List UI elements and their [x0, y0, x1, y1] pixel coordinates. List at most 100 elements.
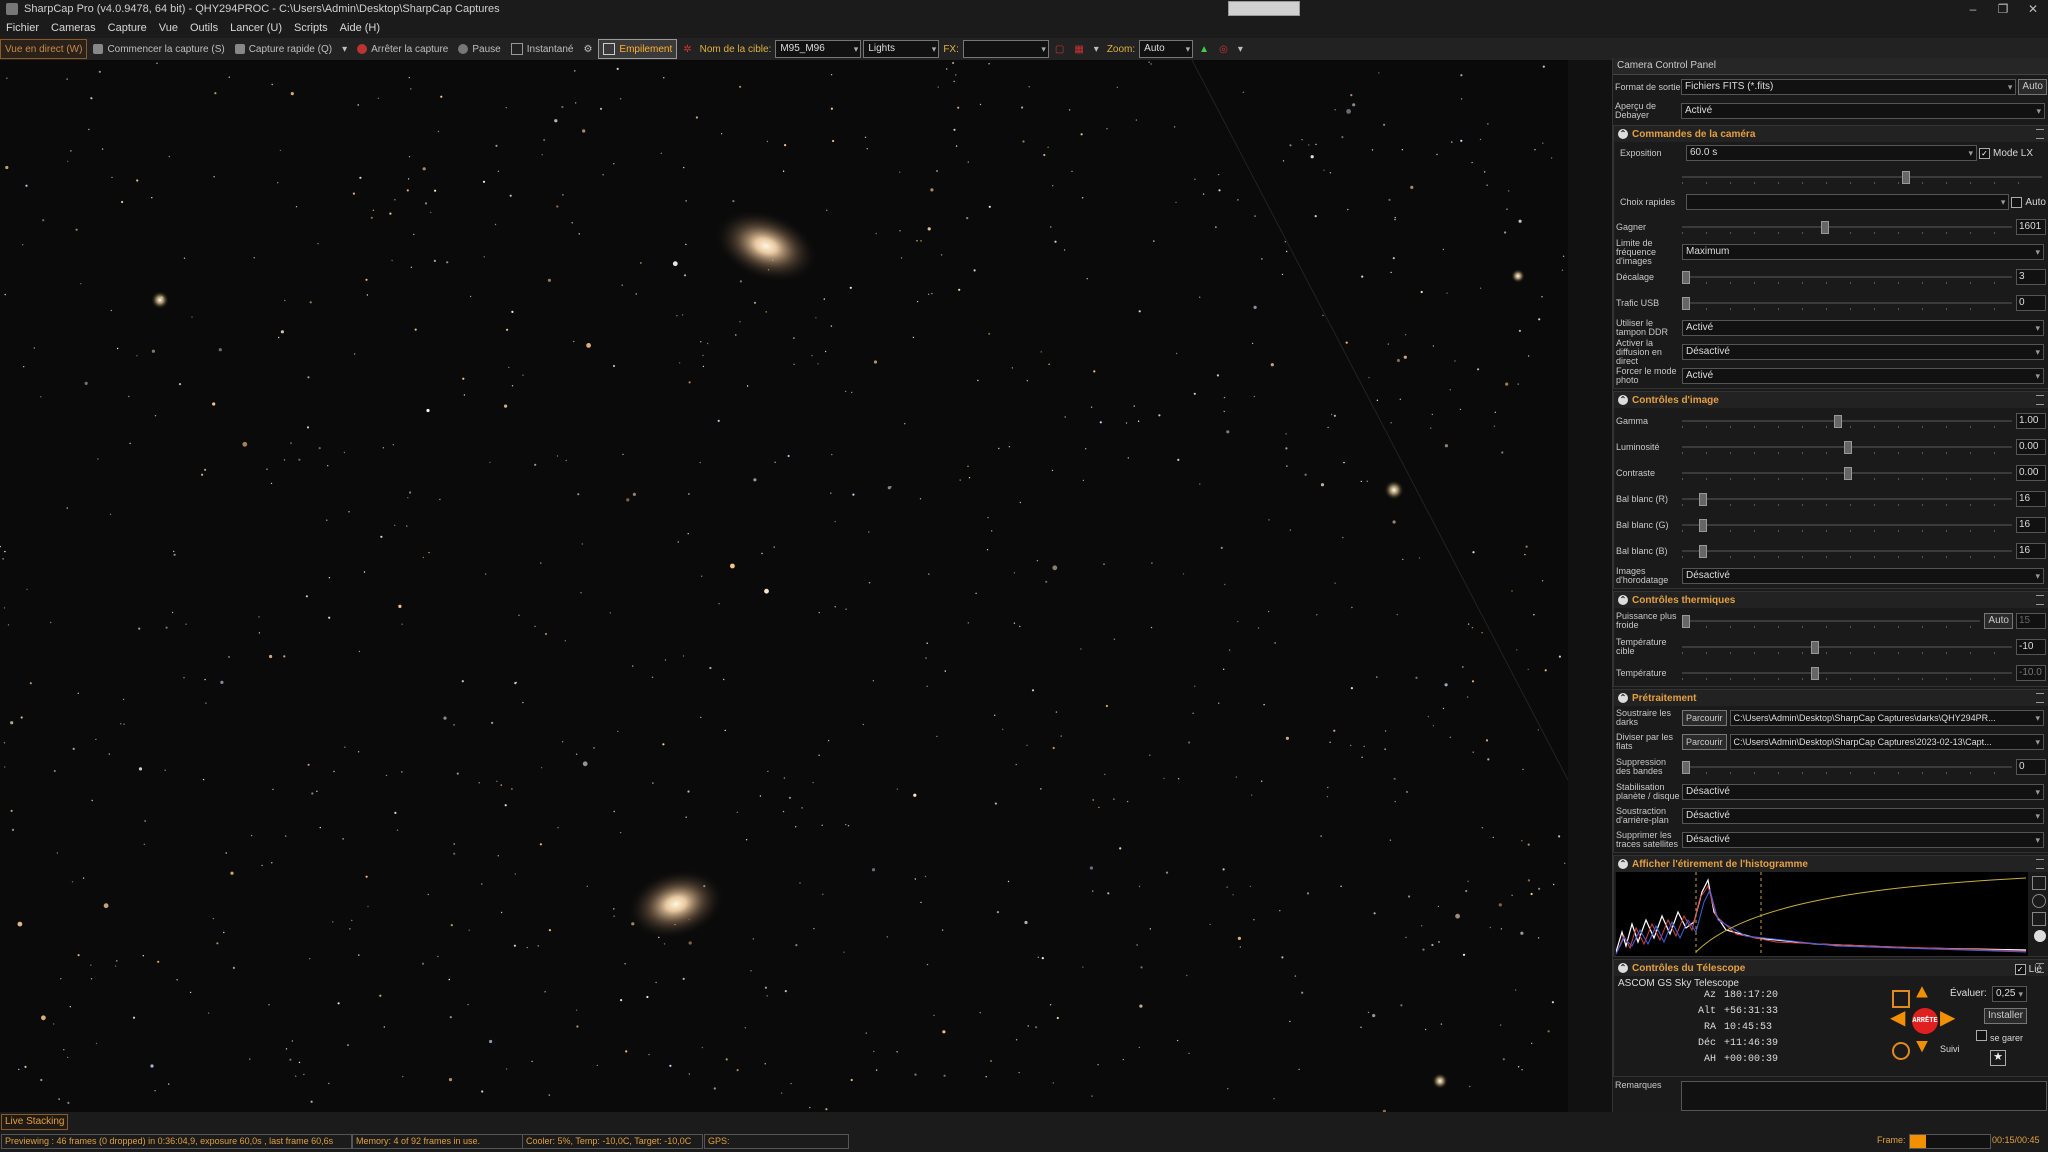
stacking-button[interactable]: Empilement [598, 39, 678, 59]
camera-controls-header[interactable]: ⌃ Commandes de la caméra [1614, 126, 2048, 142]
histogram-reset-icon[interactable] [2032, 894, 2046, 908]
browse-darks-button[interactable]: Parcourir [1682, 710, 1727, 726]
magnifier-icon[interactable]: ◎ [1215, 40, 1232, 58]
cooler-auto-button[interactable]: Auto [1984, 613, 2013, 629]
target-temp-slider[interactable] [1682, 636, 2012, 658]
pause-button[interactable]: Pause [454, 40, 504, 58]
wb-green-slider[interactable] [1682, 514, 2012, 536]
menu-outils[interactable]: Outils [184, 22, 224, 34]
satellite-trails-select[interactable]: Désactivé [1682, 832, 2044, 848]
quick-choices-select[interactable] [1686, 194, 2010, 210]
minimize-button[interactable]: – [1958, 0, 1988, 18]
chevron-down-icon[interactable]: ▾ [338, 40, 351, 58]
live-broadcast-select[interactable]: Désactivé [1682, 344, 2044, 360]
slew-up-arrow-icon[interactable]: ▲ [1916, 984, 1928, 1004]
live-view-button[interactable]: Vue en direct (W) [0, 39, 88, 59]
reticle-icon[interactable]: ▢ [1051, 40, 1068, 58]
menu-aide[interactable]: Aide (H) [334, 22, 386, 34]
quick-capture-button[interactable]: Capture rapide (Q) [231, 40, 336, 58]
cooler-power-slider[interactable] [1682, 610, 1981, 632]
target-temp-value[interactable]: -10 [2016, 639, 2046, 655]
slew-left-arrow-icon[interactable]: ◀ [1890, 1010, 1905, 1030]
browse-flats-button[interactable]: Parcourir [1682, 734, 1727, 750]
gamma-slider[interactable] [1682, 410, 2012, 432]
settings-icon[interactable]: ⚙ [579, 40, 596, 58]
follow-label[interactable]: Suivi [1940, 1044, 1960, 1054]
stop-capture-button[interactable]: Arrêter la capture [353, 40, 452, 58]
frame-icon[interactable] [1892, 990, 1910, 1008]
exposure-input[interactable]: 60.0 s [1686, 145, 1977, 161]
histogram-zoom-icon[interactable] [2032, 876, 2046, 890]
darks-path-select[interactable]: C:\Users\Admin\Desktop\SharpCap Captures… [1729, 710, 2044, 726]
offset-value[interactable]: 3 [2016, 269, 2046, 285]
preprocessing-header[interactable]: ⌃ Prétraitement [1614, 690, 2048, 706]
timestamp-select[interactable]: Désactivé [1682, 568, 2044, 584]
menu-capture[interactable]: Capture [102, 22, 153, 34]
stop-button[interactable]: ARRÊTE [1912, 1008, 1938, 1034]
target-name-select[interactable]: M95_M96 [775, 40, 862, 58]
chevron-down-icon[interactable]: ▾ [1234, 40, 1247, 58]
chevron-down-icon[interactable]: ▾ [1090, 40, 1103, 58]
menu-vue[interactable]: Vue [153, 22, 184, 34]
frame-rate-limit-select[interactable]: Maximum [1682, 244, 2044, 260]
slew-down-arrow-icon[interactable]: ▼ [1916, 1038, 1928, 1058]
gamma-value[interactable]: 1.00 [2016, 413, 2046, 429]
gain-slider[interactable] [1682, 216, 2012, 238]
live-stacking-tab[interactable]: Live Stacking [1, 1114, 69, 1130]
menu-icon[interactable] [2036, 693, 2044, 703]
snapshot-button[interactable]: Instantané [507, 40, 578, 58]
quick-auto-checkbox[interactable] [2011, 196, 2023, 208]
linked-checkbox[interactable]: ✓ [2014, 964, 2026, 975]
thermal-controls-header[interactable]: ⌃ Contrôles thermiques [1614, 592, 2048, 608]
install-button[interactable]: Installer [1984, 1008, 2028, 1024]
park-toggle[interactable]: se garer [1976, 1030, 2023, 1043]
menu-lancer[interactable]: Lancer (U) [224, 22, 288, 34]
close-button[interactable]: ✕ [2018, 0, 2048, 18]
lx-mode-checkbox[interactable]: ✓ [1979, 147, 1990, 159]
output-format-select[interactable]: Fichiers FITS (*.fits) [1681, 79, 2017, 95]
image-controls-header[interactable]: ⌃ Contrôles d'image [1614, 392, 2048, 408]
collapse-icon[interactable]: ⌃ [1618, 129, 1628, 139]
menu-fichier[interactable]: Fichier [0, 22, 45, 34]
usb-traffic-slider[interactable] [1682, 292, 2012, 314]
frame-type-select[interactable]: Lights [863, 40, 940, 58]
exposure-slider[interactable] [1682, 166, 2042, 188]
photo-mode-select[interactable]: Activé [1682, 368, 2044, 384]
wb-green-value[interactable]: 16 [2016, 517, 2046, 533]
histogram-save-icon[interactable] [2032, 912, 2046, 926]
menu-icon[interactable] [2036, 129, 2044, 139]
park-checkbox[interactable] [1976, 1030, 1987, 1041]
collapse-icon[interactable]: ⌃ [1618, 859, 1628, 869]
histogram-display[interactable] [1614, 872, 2048, 956]
start-capture-button[interactable]: Commencer la capture (S) [89, 40, 228, 58]
telescope-header[interactable]: ⌃ Contrôles du Télescope [1614, 960, 2048, 976]
menu-icon[interactable] [2036, 395, 2044, 405]
contrast-value[interactable]: 0.00 [2016, 465, 2046, 481]
fx-select[interactable] [962, 40, 1049, 58]
ddr-buffer-select[interactable]: Activé [1682, 320, 2044, 336]
notes-field[interactable] [1681, 1081, 2047, 1111]
stabilization-select[interactable]: Désactivé [1682, 784, 2044, 800]
histogram-icon[interactable]: ▲ [1195, 40, 1213, 58]
contrast-slider[interactable] [1682, 462, 2012, 484]
collapse-icon[interactable]: ⌃ [1618, 963, 1628, 973]
menu-icon[interactable] [2036, 595, 2044, 605]
banding-value[interactable]: 0 [2016, 759, 2046, 775]
brightness-slider[interactable] [1682, 436, 2012, 458]
histogram-header[interactable]: ⌃ Afficher l'étirement de l'histogramme [1614, 856, 2048, 872]
menu-scripts[interactable]: Scripts [288, 22, 334, 34]
wb-red-slider[interactable] [1682, 488, 2012, 510]
usb-traffic-value[interactable]: 0 [2016, 295, 2046, 311]
background-sub-select[interactable]: Désactivé [1682, 808, 2044, 824]
star-icon[interactable]: ★ [1990, 1050, 2006, 1066]
wb-blue-value[interactable]: 16 [2016, 543, 2046, 559]
flats-path-select[interactable]: C:\Users\Admin\Desktop\SharpCap Captures… [1729, 734, 2044, 750]
debayer-select[interactable]: Activé [1681, 103, 2045, 119]
gain-value[interactable]: 1601 [2016, 219, 2046, 235]
rate-select[interactable]: 0,25 [1992, 986, 2027, 1002]
wb-blue-slider[interactable] [1682, 540, 2012, 562]
histogram-auto-icon[interactable] [2034, 930, 2046, 942]
maximize-button[interactable]: ❐ [1988, 0, 2018, 18]
output-format-auto-button[interactable]: Auto [2018, 79, 2047, 95]
collapse-icon[interactable]: ⌃ [1618, 595, 1628, 605]
